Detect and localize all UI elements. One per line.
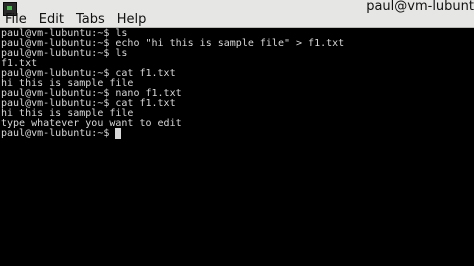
text-cursor [115, 128, 122, 139]
terminal-output[interactable]: paul@vm-lubuntu:~$ ls paul@vm-lubuntu:~$… [0, 28, 474, 266]
menu-tabs[interactable]: Tabs [71, 12, 105, 27]
window-title: paul@vm-lubunt [366, 0, 474, 14]
menu-edit[interactable]: Edit [34, 12, 64, 27]
menu-file[interactable]: File [0, 12, 27, 27]
menu-bar: File Edit Tabs Help paul@vm-lubunt [0, 0, 474, 28]
menu-items: File Edit Tabs Help [0, 12, 153, 27]
menu-help[interactable]: Help [112, 12, 147, 27]
terminal-prompt-line[interactable]: paul@vm-lubuntu:~$ [1, 128, 122, 140]
terminal-window: File Edit Tabs Help paul@vm-lubunt paul@… [0, 0, 474, 266]
terminal-prompt: paul@vm-lubuntu:~$ [1, 128, 116, 139]
